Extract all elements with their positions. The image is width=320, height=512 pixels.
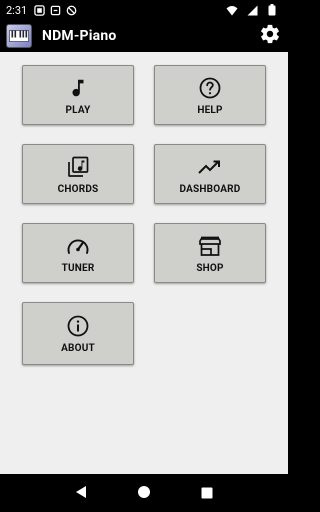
back-button[interactable]	[69, 481, 93, 505]
play-label: PLAY	[65, 104, 91, 116]
cell-signal-icon	[246, 4, 258, 16]
music-note-icon	[65, 75, 91, 101]
battery-icon	[266, 4, 278, 16]
status-time: 2:31	[6, 3, 28, 17]
chords-label: CHORDS	[57, 183, 99, 195]
settings-button[interactable]	[258, 24, 282, 48]
signal-icon	[33, 4, 45, 16]
main-menu: PLAY HELP CHORDS DASHBOARD TUNER SHOP AB…	[0, 52, 288, 474]
chords-button[interactable]: CHORDS	[22, 144, 134, 204]
app-title: NDM-Piano	[42, 28, 117, 44]
shop-button[interactable]: SHOP	[154, 223, 266, 283]
help-label: HELP	[197, 104, 223, 116]
app-bar: NDM-Piano	[0, 20, 288, 52]
music-library-icon	[65, 154, 91, 180]
gear-icon	[259, 23, 281, 49]
home-button[interactable]	[132, 481, 156, 505]
about-label: ABOUT	[61, 343, 95, 354]
dashboard-button[interactable]: DASHBOARD	[154, 144, 266, 204]
play-button[interactable]: PLAY	[22, 65, 134, 125]
system-nav-bar	[0, 474, 288, 512]
speedometer-icon	[65, 233, 91, 259]
recents-button[interactable]	[195, 481, 219, 505]
piano-keyboard-logo	[6, 24, 32, 48]
trending-up-icon	[197, 154, 223, 180]
back-triangle-icon	[74, 484, 88, 503]
recents-square-icon	[201, 484, 213, 503]
tuner-button[interactable]: TUNER	[22, 223, 134, 283]
status-bar: 2:31	[0, 0, 288, 20]
about-button[interactable]: ABOUT	[22, 302, 134, 365]
dashboard-label: DASHBOARD	[179, 183, 241, 195]
help-circle-icon	[197, 75, 223, 101]
blocked-icon	[65, 4, 77, 16]
wifi-icon	[226, 4, 238, 16]
store-icon	[197, 233, 223, 259]
shop-label: SHOP	[196, 262, 224, 274]
home-circle-icon	[137, 484, 151, 503]
info-circle-icon	[65, 313, 91, 339]
notification-icon	[49, 4, 61, 16]
help-button[interactable]: HELP	[154, 65, 266, 125]
tuner-label: TUNER	[61, 262, 95, 274]
